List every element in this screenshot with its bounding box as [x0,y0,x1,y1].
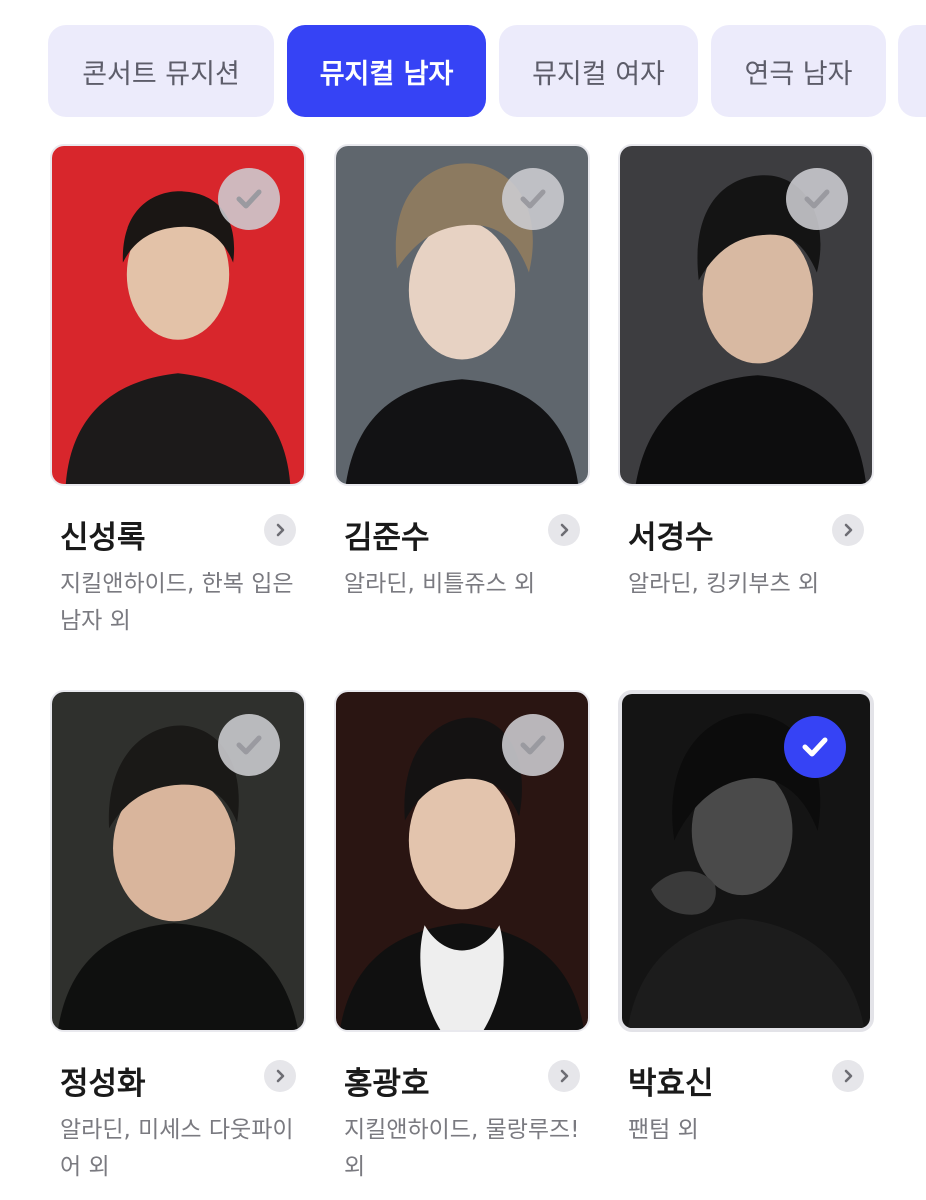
select-check-icon[interactable] [218,168,280,230]
artist-photo[interactable] [618,690,874,1032]
select-check-icon[interactable] [502,168,564,230]
artist-name: 홍광호 [344,1066,430,1102]
artist-photo[interactable] [334,144,590,486]
tab-musical-female[interactable]: 뮤지컬 여자 [499,25,698,117]
artist-photo[interactable] [50,690,306,1032]
chevron-right-icon[interactable] [548,1060,580,1092]
artist-works: 지킬앤하이드, 한복 입은 남자 외 [60,571,294,634]
artist-name: 서경수 [628,520,714,556]
artist-name: 김준수 [344,520,430,556]
artist-works: 지킬앤하이드, 물랑루즈! 외 [344,1117,580,1180]
artist-name: 박효신 [628,1066,714,1102]
chevron-right-icon[interactable] [548,514,580,546]
category-tabs: 콘서트 뮤지션 뮤지컬 남자 뮤지컬 여자 연극 남자 [0,25,926,117]
artist-works: 알라딘, 킹키부츠 외 [628,571,820,597]
select-check-icon[interactable] [218,714,280,776]
artist-works: 알라딘, 비틀쥬스 외 [344,571,536,597]
tab-concert-musician[interactable]: 콘서트 뮤지션 [48,25,274,117]
chevron-right-icon[interactable] [832,1060,864,1092]
select-check-icon[interactable] [502,714,564,776]
portrait-head [408,221,516,360]
tab-next-partial[interactable] [898,25,926,117]
artist-name: 신성록 [60,520,146,556]
select-check-icon[interactable] [786,168,848,230]
chevron-right-icon[interactable] [264,1060,296,1092]
artist-photo[interactable] [618,144,874,486]
artist-photo[interactable] [50,144,306,486]
chevron-right-icon[interactable] [264,514,296,546]
tab-musical-male[interactable]: 뮤지컬 남자 [287,25,486,117]
artist-name: 정성화 [60,1066,146,1102]
tab-play-male[interactable]: 연극 남자 [711,25,886,117]
selected-check-icon[interactable] [784,716,846,778]
artist-works: 알라딘, 미세스 다웃파이어 외 [60,1117,294,1180]
artist-photo[interactable] [334,690,590,1032]
chevron-right-icon[interactable] [832,514,864,546]
artist-works: 팬텀 외 [628,1117,699,1143]
